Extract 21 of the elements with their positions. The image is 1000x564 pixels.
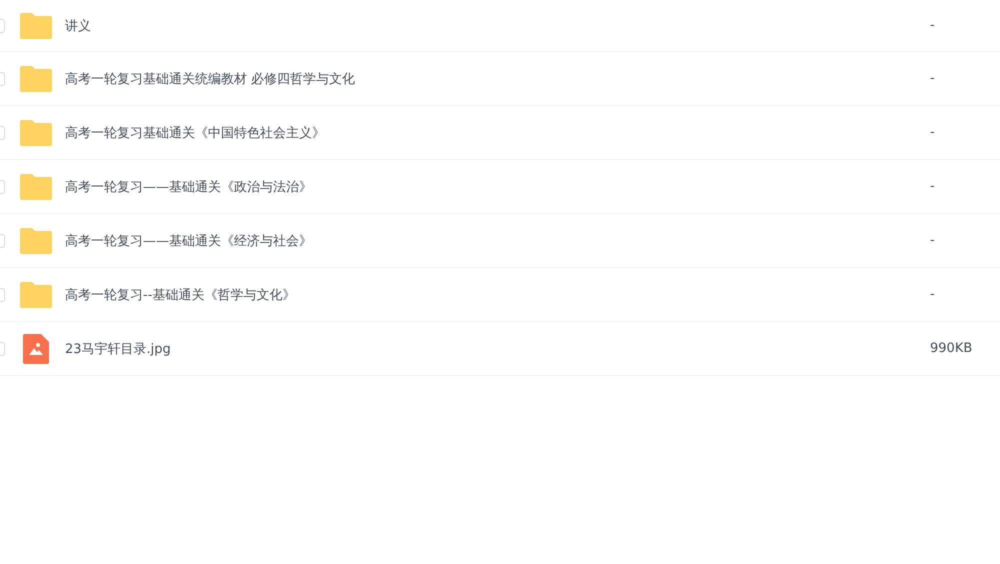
- file-name[interactable]: 讲义: [65, 16, 930, 34]
- file-name[interactable]: 高考一轮复习——基础通关《经济与社会》: [65, 232, 930, 250]
- file-name[interactable]: 高考一轮复习——基础通关《政治与法治》: [65, 178, 930, 196]
- file-size: -: [930, 287, 936, 302]
- folder-icon: [20, 174, 52, 200]
- file-size: -: [930, 125, 936, 140]
- folder-icon: [20, 228, 52, 254]
- file-size: 990KB: [930, 341, 974, 356]
- image-file-icon: [23, 334, 49, 364]
- file-size: -: [930, 71, 936, 86]
- file-name[interactable]: 23马宇轩目录.jpg: [65, 340, 930, 358]
- file-size: -: [930, 18, 936, 33]
- folder-icon: [20, 12, 52, 38]
- file-name[interactable]: 高考一轮复习基础通关《中国特色社会主义》: [65, 124, 930, 142]
- folder-icon: [20, 120, 52, 146]
- file-name[interactable]: 高考一轮复习基础通关统编教材 必修四哲学与文化: [65, 70, 930, 88]
- file-size: -: [930, 233, 936, 248]
- file-size: -: [930, 179, 936, 194]
- folder-icon: [20, 66, 52, 92]
- file-name[interactable]: 高考一轮复习--基础通关《哲学与文化》: [65, 286, 930, 304]
- folder-icon: [20, 282, 52, 308]
